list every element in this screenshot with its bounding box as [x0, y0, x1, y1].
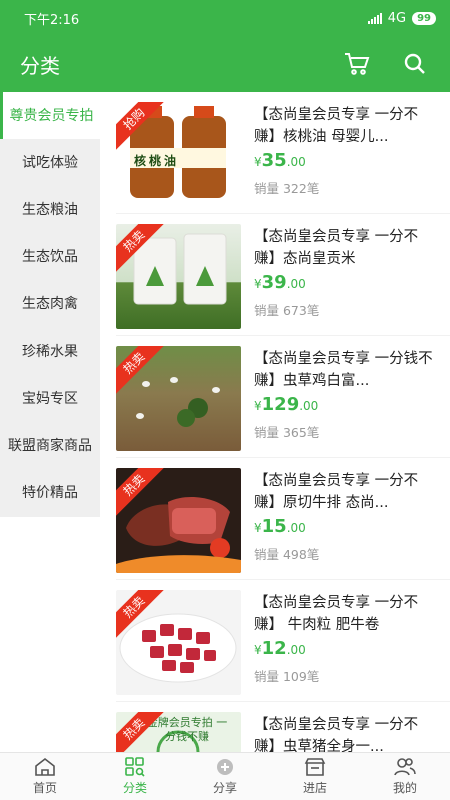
signal-icon: [367, 12, 382, 24]
page-title: 分类: [20, 53, 60, 78]
tab-store[interactable]: 进店: [270, 753, 360, 800]
sidebar-item-label: 生态饮品: [22, 249, 78, 266]
product-card[interactable]: 热卖 【态尚皇会员专享 一分不赚】态尚皇贡米 ¥39.00 销量 673笔: [100, 214, 450, 336]
product-sales: 销量 498笔: [254, 547, 320, 562]
category-sidebar: 尊贵会员专拍 试吃体验 生态粮油 生态饮品 生态肉禽 珍稀水果 宝妈专区 联盟商…: [0, 92, 100, 517]
product-image: 金牌会员专拍 一分钱不赚 热卖: [116, 712, 241, 752]
status-bar: 下午2:16 4G 99: [0, 0, 450, 36]
search-icon[interactable]: [400, 49, 430, 79]
product-sales: 销量 673笔: [254, 303, 320, 318]
sidebar-item-trial[interactable]: 试吃体验: [0, 139, 100, 186]
share-icon: [217, 759, 233, 775]
tab-label: 首页: [32, 781, 57, 795]
sidebar-item-specials[interactable]: 特价精品: [0, 470, 100, 517]
product-image-label: 核桃油: [134, 154, 180, 168]
product-sales: 销量 365笔: [254, 425, 320, 440]
tab-share[interactable]: 分享: [180, 753, 270, 800]
product-image: 热卖: [116, 468, 241, 573]
sidebar-item-vip[interactable]: 尊贵会员专拍: [0, 92, 100, 140]
tab-label: 我的: [392, 781, 417, 795]
sidebar-item-label: 宝妈专区: [22, 390, 78, 407]
tab-label: 分享: [212, 781, 237, 795]
sidebar-item-grain-oil[interactable]: 生态粮油: [0, 186, 100, 233]
product-name[interactable]: 【态尚皇会员专享 一分不赚】虫草猪全身一...: [254, 714, 434, 752]
network-type: 4G: [387, 10, 407, 26]
category-icon: [125, 757, 145, 777]
sidebar-item-label: 生态肉禽: [22, 296, 78, 313]
app-bar: 分类: [0, 36, 450, 92]
sidebar-item-label: 特价精品: [22, 485, 78, 502]
profile-icon: [394, 758, 416, 776]
tab-category[interactable]: 分类: [90, 753, 180, 800]
product-image: 热卖: [116, 346, 241, 451]
product-name[interactable]: 【态尚皇会员专享 一分不赚】核桃油 母婴儿...: [254, 104, 434, 148]
bottom-tab-bar: 首页 分类 分享 进店 我的: [0, 752, 450, 800]
product-name[interactable]: 【态尚皇会员专享 一分不赚】原切牛排 态尚...: [254, 470, 434, 514]
product-price: ¥35.00: [254, 150, 306, 171]
product-card[interactable]: 核桃油 抢购 【态尚皇会员专享 一分不赚】核桃油 母婴儿... ¥35.00 销…: [100, 92, 450, 214]
product-price: ¥12.00: [254, 638, 306, 659]
product-image: 核桃油 抢购: [116, 102, 241, 207]
product-price: ¥39.00: [254, 272, 306, 293]
product-sales: 销量 109笔: [254, 669, 320, 684]
cart-icon[interactable]: [342, 49, 372, 79]
product-image: 热卖: [116, 224, 241, 329]
tab-profile[interactable]: 我的: [360, 753, 450, 800]
product-card[interactable]: 热卖 【态尚皇会员专享 一分不赚】 牛肉粒 肥牛卷 ¥12.00 销量 109笔: [100, 580, 450, 702]
sidebar-item-mom-baby[interactable]: 宝妈专区: [0, 375, 100, 422]
product-name[interactable]: 【态尚皇会员专享 一分不赚】 牛肉粒 肥牛卷: [254, 592, 434, 636]
product-card[interactable]: 热卖 【态尚皇会员专享 一分钱不赚】虫草鸡白富... ¥129.00 销量 36…: [100, 336, 450, 458]
sidebar-item-label: 尊贵会员专拍: [9, 107, 94, 124]
store-icon: [304, 758, 326, 776]
sidebar-item-drinks[interactable]: 生态饮品: [0, 234, 100, 281]
product-card[interactable]: 金牌会员专拍 一分钱不赚 热卖 【态尚皇会员专享 一分不赚】虫草猪全身一...: [100, 702, 450, 752]
sidebar-item-label: 试吃体验: [22, 154, 78, 171]
sidebar-item-label: 生态粮油: [22, 201, 78, 218]
tab-label: 分类: [122, 781, 147, 795]
tab-label: 进店: [302, 781, 327, 795]
status-time: 下午2:16: [24, 12, 80, 28]
product-name[interactable]: 【态尚皇会员专享 一分不赚】态尚皇贡米: [254, 226, 434, 270]
home-icon: [35, 757, 55, 776]
sidebar-item-fruit[interactable]: 珍稀水果: [0, 328, 100, 375]
sidebar-item-meat-poultry[interactable]: 生态肉禽: [0, 281, 100, 328]
product-sales: 销量 322笔: [254, 181, 320, 196]
product-price: ¥129.00: [254, 394, 319, 415]
tab-home[interactable]: 首页: [0, 753, 90, 800]
sidebar-item-label: 珍稀水果: [22, 343, 78, 360]
product-image: 热卖: [116, 590, 241, 695]
battery-level: 99: [412, 11, 436, 25]
product-name[interactable]: 【态尚皇会员专享 一分钱不赚】虫草鸡白富...: [254, 348, 434, 392]
sidebar-item-label: 联盟商家商品: [8, 437, 92, 454]
product-card[interactable]: 热卖 【态尚皇会员专享 一分不赚】原切牛排 态尚... ¥15.00 销量 49…: [100, 458, 450, 580]
sidebar-item-partner-goods[interactable]: 联盟商家商品: [0, 422, 100, 469]
product-price: ¥15.00: [254, 516, 306, 537]
product-list[interactable]: 核桃油 抢购 【态尚皇会员专享 一分不赚】核桃油 母婴儿... ¥35.00 销…: [100, 92, 450, 752]
